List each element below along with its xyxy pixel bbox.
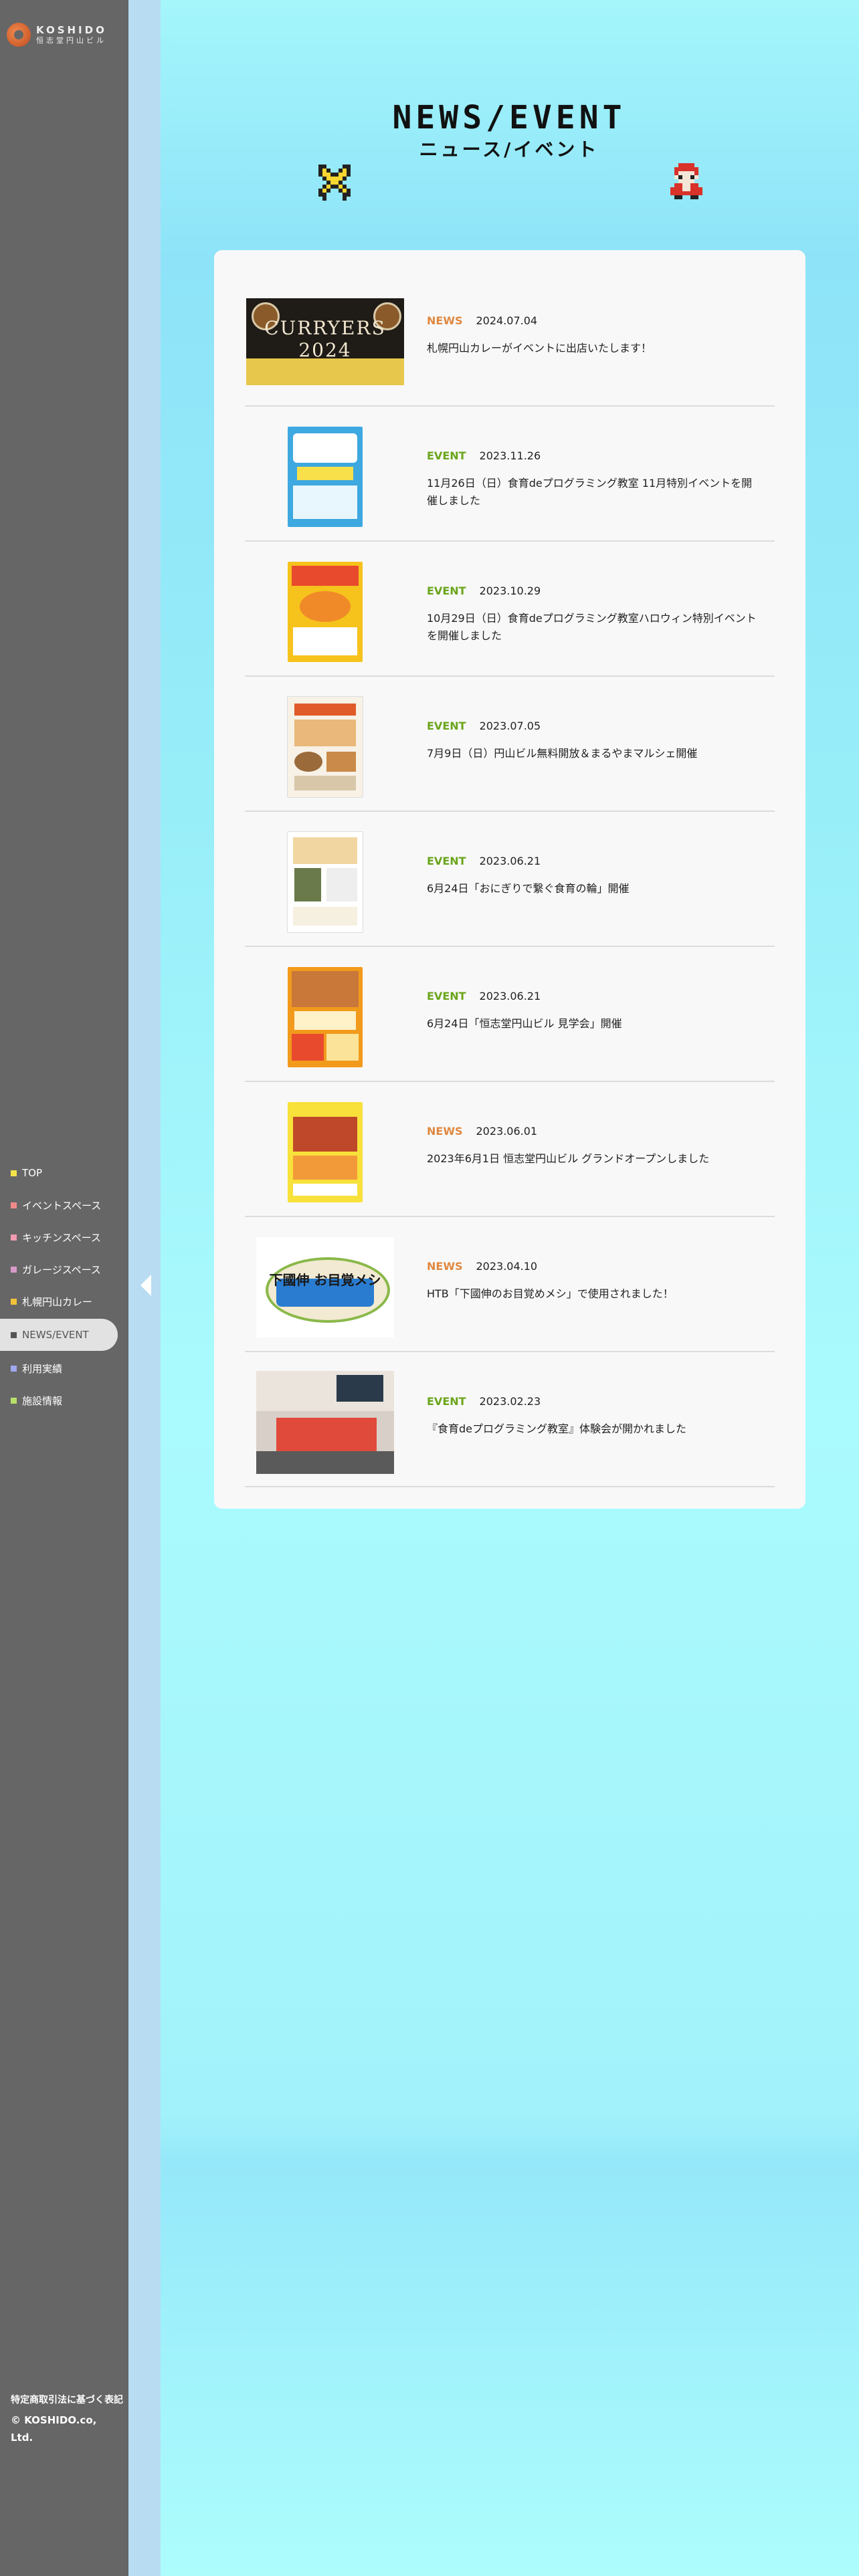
entry-date: 2023.06.21 [479,990,541,1002]
logo-name-jp: 恒志堂円山ビル [36,36,106,45]
nav-item-6[interactable]: 利用実績 [0,1358,118,1379]
entry-title-link[interactable]: 2023年6月1日 恒志堂円山ビル グランドオープンしました [427,1150,761,1168]
koshido-logo-mark [7,23,31,47]
entry-title-link[interactable]: 『食育deプログラミング教室』体験会が開かれました [427,1420,761,1438]
nav-bullet-icon [11,1365,17,1372]
nav-item-label: NEWS/EVENT [22,1329,89,1341]
nav-item-7[interactable]: 施設情報 [0,1390,118,1411]
entry-thumbnail[interactable] [245,967,405,1067]
entry-date: 2023.06.21 [479,855,541,867]
class-photo-image [256,1371,394,1474]
nav-item-label: 施設情報 [22,1394,63,1407]
news-entry[interactable]: EVENT 2023.10.29 10月29日（日）食育deプログラミング教室ハロウ… [245,542,775,677]
nav-item-2[interactable]: キッチンスペース [0,1226,118,1248]
news-entry[interactable]: EVENT 2023.07.05 7月9日（日）円山ビル無料開放＆まるやまマルシェ開… [245,677,775,812]
pixel-character-icon [670,163,702,199]
halloween-poster-image [288,562,363,662]
nav-item-4[interactable]: 札幌円山カレー [0,1291,118,1312]
entry-category-badge: EVENT [427,855,466,867]
nav-item-label: ガレージスペース [22,1263,101,1276]
nav-bullet-icon [11,1170,17,1176]
nav-bullet-icon [11,1298,17,1305]
koshido-logo[interactable]: KOSHIDO 恒志堂円山ビル [7,19,127,51]
nav-item-1[interactable]: イベントスペース [0,1194,118,1216]
entry-date: 2023.02.23 [479,1395,541,1408]
entry-category-badge: EVENT [427,990,466,1002]
entry-title-link[interactable]: 6月24日「恒志堂円山ビル 見学会」開催 [427,1015,761,1033]
entry-thumbnail[interactable]: CURRYERS 2024 [245,292,405,392]
entry-title-link[interactable]: 6月24日「おにぎりで繋ぐ食育の輪」開催 [427,880,761,897]
entry-title-link[interactable]: 7月9日（日）円山ビル無料開放＆まるやまマルシェ開催 [427,745,761,762]
entry-thumbnail[interactable]: 下國伸 お目覚メシ [245,1237,405,1337]
nav-item-label: 利用実績 [22,1362,63,1375]
news-entry[interactable]: EVENT 2023.06.21 6月24日「恒志堂円山ビル 見学会」開催 [245,947,775,1082]
entry-title-link[interactable]: 11月26日（日）食育deプログラミング教室 11月特別イベントを開催しました [427,475,761,509]
nav-item-label: キッチンスペース [22,1231,101,1244]
collapse-arrow-icon[interactable] [140,1275,151,1296]
news-entry[interactable]: 下國伸 お目覚メシ NEWS 2023.04.10 HTB「下國伸のお目覚めメシ」で使… [245,1217,775,1352]
onigiri-poster-image [287,831,363,933]
entry-date: 2023.11.26 [479,449,541,462]
entry-thumbnail[interactable] [245,427,405,527]
nav-item-label: 札幌円山カレー [22,1295,93,1308]
sidebar: KOSHIDO 恒志堂円山ビル TOP イベントスペース キッチンスペース ガレージス… [0,0,128,2576]
main-nav: TOP イベントスペース キッチンスペース ガレージスペース 札幌円山カレー NEWS/E… [0,1162,128,1422]
curryers-poster-image: CURRYERS 2024 [246,298,404,385]
tour-poster-image [288,967,363,1067]
thumb-text: CURRYERS 2024 [264,317,386,361]
news-entry[interactable]: EVENT 2023.06.21 6月24日「おにぎりで繋ぐ食育の輪」開催 [245,812,775,947]
entry-category-badge: EVENT [427,584,466,597]
entry-category-badge: NEWS [427,1125,463,1138]
entry-title-link[interactable]: HTB「下國伸のお目覚めメシ」で使用されました！ [427,1285,761,1303]
entry-date: 2023.06.01 [476,1125,538,1138]
nav-bullet-icon [11,1397,17,1404]
entry-category-badge: EVENT [427,1395,466,1408]
entry-thumbnail[interactable] [245,696,405,798]
entry-title-link[interactable]: 10月29日（日）食育deプログラミング教室ハロウィン特別イベントを開催しました [427,610,761,644]
entry-category-badge: NEWS [427,1260,463,1273]
entry-thumbnail[interactable] [245,831,405,933]
entry-category-badge: NEWS [427,314,463,327]
grand-open-poster-image [288,1102,363,1202]
news-entry[interactable]: EVENT 2023.11.26 11月26日（日）食育deプログラミング教室 11… [245,407,775,542]
entry-date: 2023.04.10 [476,1260,538,1273]
nav-item-label: TOP [22,1167,43,1179]
legal-notice-link[interactable]: 特定商取引法に基づく表記 [11,2393,123,2406]
copyright-text: © KOSHIDO.co, Ltd. [11,2414,97,2444]
marche-poster-image [287,696,363,798]
omezame-meshi-logo-image: 下國伸 お目覚メシ [256,1237,394,1337]
news-entry[interactable]: NEWS 2023.06.01 2023年6月1日 恒志堂円山ビル グランドオープン… [245,1082,775,1217]
logo-name-en: KOSHIDO [36,24,107,37]
entry-date: 2024.07.04 [476,314,538,327]
nav-item-label: イベントスペース [22,1199,102,1212]
nav-item-3[interactable]: ガレージスペース [0,1259,118,1280]
thumb-text: 下國伸 お目覚メシ [269,1272,381,1288]
entry-category-badge: EVENT [427,720,466,732]
entry-thumbnail[interactable] [245,1371,405,1474]
entry-date: 2023.07.05 [479,720,541,732]
news-list-card: CURRYERS 2024 NEWS 2024.07.04 札幌円山カレーがイベントに… [214,250,805,1509]
entry-thumbnail[interactable] [245,562,405,662]
entry-category-badge: EVENT [427,449,466,462]
page-title: NEWS/EVENT [392,99,626,136]
entry-title-link[interactable]: 札幌円山カレーがイベントに出店いたします！ [427,340,761,357]
nav-bullet-icon [11,1234,17,1241]
entry-date: 2023.10.29 [479,584,541,597]
nav-item-0[interactable]: TOP [0,1162,118,1184]
nav-bullet-icon [11,1202,17,1208]
entry-thumbnail[interactable] [245,1102,405,1202]
programming-poster-image [288,427,363,527]
nav-bullet-icon [11,1266,17,1273]
page-subtitle: ニュース/イベント [419,138,599,160]
news-entry[interactable]: CURRYERS 2024 NEWS 2024.07.04 札幌円山カレーがイベントに… [245,272,775,407]
bee-sprite-icon [318,165,351,201]
news-entry[interactable]: EVENT 2023.02.23 『食育deプログラミング教室』体験会が開かれました [245,1352,775,1487]
nav-bullet-icon [11,1331,17,1338]
nav-item-5[interactable]: NEWS/EVENT [0,1319,118,1351]
